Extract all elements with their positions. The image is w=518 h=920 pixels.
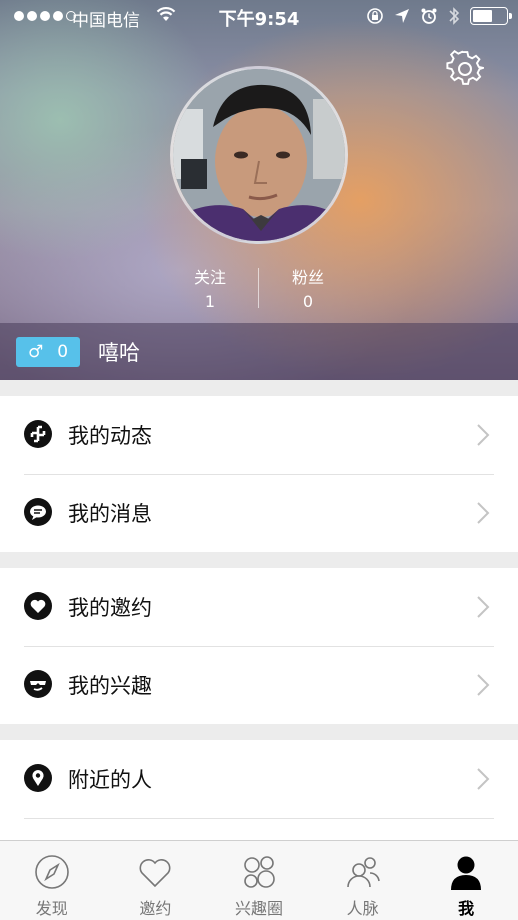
chevron-right-icon (477, 596, 490, 618)
following-stat[interactable]: 关注 1 (160, 264, 260, 311)
gender-badge: ♂ 0 (16, 337, 80, 367)
bottom-tab-bar: 发现 邀约 兴趣圈 人脉 我 (0, 840, 518, 920)
rotation-lock-icon (367, 8, 383, 24)
tab-label: 邀约 (139, 899, 172, 918)
chevron-right-icon (477, 424, 490, 446)
people-icon (346, 857, 380, 888)
profile-header: 中国电信 下午9:54 关注 1 粉丝 0 ♂ 0 嘻哈 (0, 0, 518, 380)
menu-item-label: 我的动态 (68, 424, 152, 448)
menu-item-my-interests[interactable]: 我的兴趣 (0, 646, 518, 724)
menu-item-my-invitations[interactable]: 我的邀约 (0, 568, 518, 646)
heart-outline-icon (139, 859, 171, 888)
tab-label: 我 (458, 899, 475, 918)
tab-invitations[interactable]: 邀约 (104, 841, 208, 920)
menu-item-label: 附近的人 (68, 768, 152, 792)
tab-connections[interactable]: 人脉 (311, 841, 415, 920)
gender-count: 0 (57, 342, 69, 362)
alarm-icon (421, 8, 437, 24)
chevron-right-icon (477, 502, 490, 524)
following-label: 关注 (193, 268, 226, 287)
feed-icon (24, 420, 52, 448)
menu-item-nearby-people[interactable]: 附近的人 (0, 740, 518, 818)
menu-item-label: 我的兴趣 (68, 674, 152, 698)
menu-item-label: 我的邀约 (68, 596, 152, 620)
status-bar: 中国电信 下午9:54 (0, 0, 518, 34)
tab-label: 发现 (35, 899, 68, 918)
tab-label: 兴趣圈 (234, 899, 283, 918)
menu-group-interests: 我的邀约 我的兴趣 (0, 568, 518, 724)
menu-group-nearby: 附近的人 (0, 740, 518, 840)
compass-icon (34, 855, 69, 889)
tab-interest-circles[interactable]: 兴趣圈 (207, 841, 311, 920)
profile-name-bar: ♂ 0 嘻哈 (0, 323, 518, 380)
username: 嘻哈 (98, 341, 140, 365)
tab-label: 人脉 (346, 899, 379, 918)
avatar-photo (173, 69, 345, 241)
followers-stat[interactable]: 粉丝 0 (258, 264, 358, 311)
followers-count: 0 (302, 292, 314, 311)
profile-stats: 关注 1 粉丝 0 (0, 264, 518, 311)
row-divider (24, 818, 494, 819)
battery-icon (470, 7, 512, 25)
tab-discover[interactable]: 发现 (0, 841, 104, 920)
menu-item-my-feed[interactable]: 我的动态 (0, 396, 518, 474)
location-pin-icon (24, 764, 52, 792)
following-count: 1 (204, 292, 216, 311)
bluetooth-icon (449, 7, 460, 25)
heart-icon (24, 592, 52, 620)
menu-group-activity: 我的动态 我的消息 (0, 396, 518, 552)
message-icon (24, 498, 52, 526)
user-avatar[interactable] (170, 66, 348, 244)
sunglasses-icon (24, 670, 52, 698)
tab-me[interactable]: 我 (414, 841, 518, 920)
circles-icon (244, 856, 275, 888)
chevron-right-icon (477, 768, 490, 790)
menu-item-my-messages[interactable]: 我的消息 (0, 474, 518, 552)
settings-gear-icon[interactable] (446, 50, 484, 88)
location-arrow-icon (395, 9, 409, 23)
chevron-right-icon (477, 674, 490, 696)
menu-item-label: 我的消息 (68, 502, 152, 526)
followers-label: 粉丝 (291, 268, 324, 287)
male-icon: ♂ (27, 342, 44, 362)
person-icon (451, 856, 482, 890)
